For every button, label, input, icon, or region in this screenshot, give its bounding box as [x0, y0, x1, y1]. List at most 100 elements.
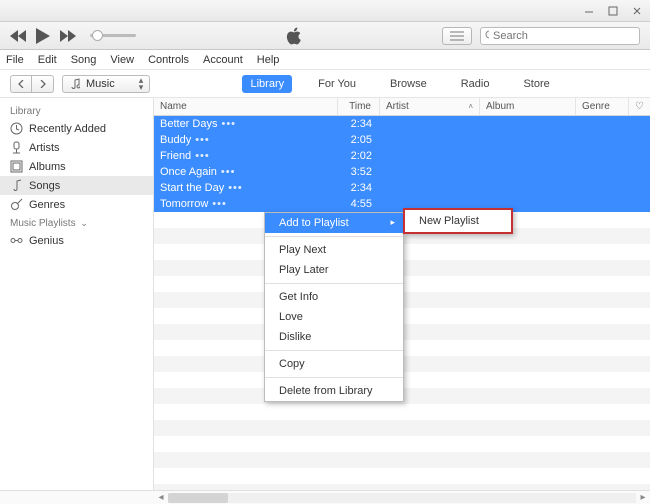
ctx-love[interactable]: Love [265, 307, 403, 327]
table-row[interactable]: Start the Day ••• 2:34 [154, 180, 650, 196]
context-menu: Add to Playlist ▸ Play Next Play Later G… [264, 212, 404, 402]
window-titlebar [0, 0, 650, 22]
tab-for-you[interactable]: For You [310, 75, 364, 93]
song-time: 3:52 [338, 166, 380, 178]
sidebar-item-label: Genres [29, 199, 65, 211]
more-icon[interactable]: ••• [195, 134, 210, 146]
player-toolbar [0, 22, 650, 50]
tab-store[interactable]: Store [515, 75, 557, 93]
tab-library[interactable]: Library [242, 75, 292, 93]
song-time: 2:34 [338, 182, 380, 194]
menu-account[interactable]: Account [203, 54, 243, 66]
status-bar: ◂ ▸ [0, 490, 650, 504]
menu-edit[interactable]: Edit [38, 54, 57, 66]
sort-indicator-icon: ˄ [468, 102, 473, 111]
mic-icon [10, 141, 23, 154]
note-icon [10, 179, 23, 192]
sidebar-item-recently-added[interactable]: Recently Added [0, 119, 153, 138]
chevron-down-icon: ⌄ [80, 218, 88, 228]
sidebar-item-label: Artists [29, 142, 60, 154]
empty-row [154, 468, 650, 484]
more-icon[interactable]: ••• [228, 182, 243, 194]
column-headers: Name Time Artist˄ Album Genre ♡ [154, 98, 650, 116]
nav-forward-button[interactable] [32, 75, 54, 93]
source-selector-label: Music [86, 78, 115, 90]
table-row[interactable]: Buddy •••2:05 [154, 132, 650, 148]
search-input[interactable] [493, 30, 635, 42]
window-maximize-button[interactable] [604, 4, 622, 18]
tab-radio[interactable]: Radio [453, 75, 498, 93]
app-menubar: File Edit Song View Controls Account Hel… [0, 50, 650, 70]
ctx-get-info[interactable]: Get Info [265, 287, 403, 307]
submenu-arrow-icon: ▸ [390, 217, 395, 228]
source-selector[interactable]: Music ▴▾ [62, 75, 150, 93]
song-name: Once Again [160, 166, 217, 178]
scroll-left-icon[interactable]: ◂ [154, 492, 168, 503]
tab-browse[interactable]: Browse [382, 75, 435, 93]
ctx-add-to-playlist[interactable]: Add to Playlist ▸ [265, 213, 403, 233]
empty-row [154, 436, 650, 452]
ctx-copy[interactable]: Copy [265, 354, 403, 374]
ctx-delete[interactable]: Delete from Library [265, 381, 403, 401]
window-close-button[interactable] [628, 4, 646, 18]
column-album[interactable]: Album [480, 98, 576, 115]
sidebar-item-albums[interactable]: Albums [0, 157, 153, 176]
more-icon[interactable]: ••• [221, 166, 236, 178]
rewind-button[interactable] [10, 30, 26, 42]
ctx-dislike[interactable]: Dislike [265, 327, 403, 347]
ctx-play-next[interactable]: Play Next [265, 240, 403, 260]
song-name: Better Days [160, 118, 217, 130]
column-genre[interactable]: Genre [576, 98, 629, 115]
column-name[interactable]: Name [154, 98, 338, 115]
separator [265, 236, 403, 237]
table-row[interactable]: Better Days ••• 2:34 [154, 116, 650, 132]
sidebar-item-artists[interactable]: Artists [0, 138, 153, 157]
column-love[interactable]: ♡ [629, 98, 650, 115]
song-time: 2:34 [338, 118, 380, 130]
nav-back-button[interactable] [10, 75, 32, 93]
search-field-wrapper [480, 27, 640, 45]
sidebar-header-playlists[interactable]: Music Playlists ⌄ [0, 214, 153, 231]
song-list-content: Name Time Artist˄ Album Genre ♡ Better D… [154, 98, 650, 490]
menu-file[interactable]: File [6, 54, 24, 66]
table-row[interactable]: Tomorrow •••4:55 [154, 196, 650, 212]
column-artist[interactable]: Artist˄ [380, 98, 480, 115]
forward-button[interactable] [60, 30, 76, 42]
song-name: Buddy [160, 134, 191, 146]
ctx-play-later[interactable]: Play Later [265, 260, 403, 280]
table-row[interactable]: Friend •••2:02 [154, 148, 650, 164]
column-time[interactable]: Time [338, 98, 380, 115]
table-row[interactable]: Once Again ••• 3:52 [154, 164, 650, 180]
separator [265, 283, 403, 284]
sidebar-item-genius[interactable]: Genius [0, 231, 153, 250]
scroll-thumb[interactable] [168, 493, 228, 503]
window-minimize-button[interactable] [580, 4, 598, 18]
apple-logo [146, 27, 442, 45]
submenu: New Playlist [403, 208, 513, 234]
menu-controls[interactable]: Controls [148, 54, 189, 66]
sidebar-item-songs[interactable]: Songs [0, 176, 153, 195]
horizontal-scrollbar[interactable]: ◂ ▸ [154, 491, 650, 504]
song-rows: Better Days ••• 2:34 Buddy •••2:05Friend •… [154, 116, 650, 490]
empty-row [154, 404, 650, 420]
volume-slider[interactable] [90, 34, 136, 37]
song-name: Start the Day [160, 182, 224, 194]
more-icon[interactable]: ••• [212, 198, 227, 210]
nav-subbar: Music ▴▾ Library For You Browse Radio St… [0, 70, 650, 98]
sidebar-item-label: Songs [29, 180, 60, 192]
empty-row [154, 484, 650, 490]
submenu-new-playlist[interactable]: New Playlist [405, 210, 511, 232]
list-view-button[interactable] [442, 27, 472, 45]
more-icon[interactable]: ••• [195, 150, 210, 162]
song-time: 4:55 [338, 198, 380, 210]
search-icon [485, 30, 489, 41]
sidebar-item-genres[interactable]: Genres [0, 195, 153, 214]
scroll-right-icon[interactable]: ▸ [636, 492, 650, 503]
menu-help[interactable]: Help [257, 54, 280, 66]
empty-row [154, 452, 650, 468]
separator [265, 350, 403, 351]
menu-song[interactable]: Song [71, 54, 97, 66]
more-icon[interactable]: ••• [221, 118, 236, 130]
play-button[interactable] [36, 28, 50, 44]
menu-view[interactable]: View [110, 54, 134, 66]
